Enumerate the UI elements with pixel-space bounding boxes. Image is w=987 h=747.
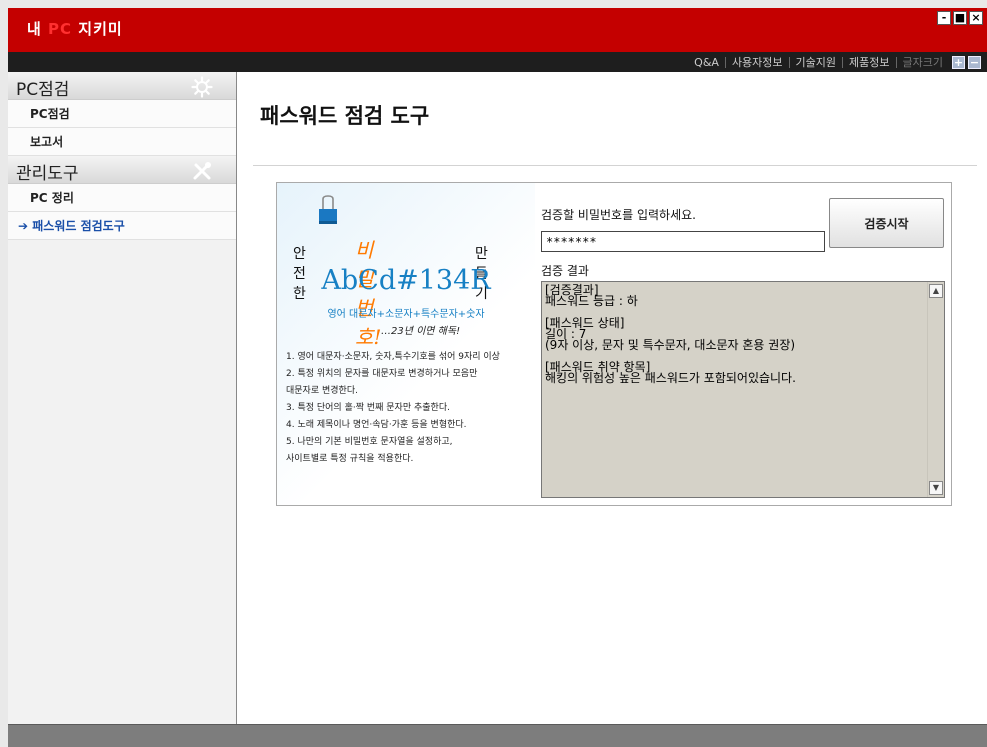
gear-icon [191, 76, 213, 98]
menu-item-tech-support[interactable]: 기술지원 [790, 54, 842, 70]
font-increase-button[interactable]: + [952, 55, 965, 69]
maximize-button[interactable]: ■ [953, 11, 967, 25]
sidebar-section-title: PC점검 [16, 80, 70, 100]
font-size-label: 글자크기 [902, 56, 943, 69]
minimize-button[interactable]: - [937, 11, 951, 25]
top-menu: Q&A 사용자정보 기술지원 제품정보 글자크기 + − [688, 54, 981, 70]
sidebar-item-pc-check[interactable]: PC점검 [8, 100, 236, 128]
password-input[interactable] [541, 231, 825, 252]
verify-start-button[interactable]: 검증시작 [829, 198, 944, 248]
menu-item-qna[interactable]: Q&A [688, 56, 725, 69]
font-decrease-button[interactable]: − [968, 55, 981, 69]
scroll-down-button[interactable]: ▼ [929, 481, 943, 495]
app-title-suffix: 지키미 [72, 20, 123, 38]
sidebar-item-pc-cleanup[interactable]: PC 정리 [8, 184, 236, 212]
sidebar-item-password-check[interactable]: ➔ 패스워드 점검도구 [8, 212, 236, 240]
window-controls: - ■ × [937, 11, 983, 25]
tip-item: 1. 영어 대문자·소문자, 숫자,특수기호를 섞어 9자리 이상 [286, 352, 500, 362]
tools-icon [193, 162, 211, 180]
password-tips-banner: 안전한 비밀번호! 만들기 AbCd#134R 영어 대문자+소문자+특수문자+… [277, 183, 535, 505]
sidebar-section-tools[interactable]: 관리도구 [8, 156, 236, 184]
tip-item: 대문자로 변경한다. [286, 386, 358, 396]
tip-item: 2. 특정 위치의 문자를 대문자로 변경하거나 모음만 [286, 369, 478, 379]
result-text: [검증결과] 패스워드 등급 : 하 [패스워드 상태] 길이 : 7 (9자 … [545, 283, 796, 385]
menu-item-user-info[interactable]: 사용자정보 [726, 54, 789, 70]
title-bar: 내 PC 지키미 - ■ × [8, 8, 987, 52]
app-title-accent: PC [48, 20, 73, 38]
password-formula: 영어 대문자+소문자+특수문자+숫자 [327, 309, 485, 320]
password-check-panel: 안전한 비밀번호! 만들기 AbCd#134R 영어 대문자+소문자+특수문자+… [276, 182, 952, 506]
title-divider [253, 165, 977, 166]
menu-bar: Q&A 사용자정보 기술지원 제품정보 글자크기 + − [8, 52, 987, 72]
sidebar-item-report[interactable]: 보고서 [8, 128, 236, 156]
crack-time-note: …23년 이면 해독! [381, 326, 461, 337]
tip-item: 4. 노래 제목이나 명언·속담·가훈 등을 변형한다. [286, 420, 467, 430]
tip-item: 5. 나만의 기본 비밀번호 문자열을 설정하고, [286, 437, 453, 447]
result-label: 검증 결과 [541, 264, 589, 278]
result-textarea[interactable]: [검증결과] 패스워드 등급 : 하 [패스워드 상태] 길이 : 7 (9자 … [541, 281, 945, 498]
result-scrollbar[interactable]: ▲ ▼ [927, 282, 944, 497]
menu-item-product-info[interactable]: 제품정보 [843, 54, 895, 70]
sidebar-section-pc-check[interactable]: PC점검 [8, 72, 236, 100]
sidebar: PC점검 PC점검 보고서 관리도구 PC 정리 ➔ 패스워드 점검도구 [8, 72, 237, 724]
password-prompt-label: 검증할 비밀번호를 입력하세요. [541, 208, 696, 222]
tip-item: 사이트별로 특정 규칙을 적용한다. [286, 454, 414, 464]
scroll-up-button[interactable]: ▲ [929, 284, 943, 298]
close-button[interactable]: × [969, 11, 983, 25]
sample-password: AbCd#134R [321, 265, 491, 296]
app-title: 내 PC 지키미 [27, 18, 123, 39]
binder-clip-icon [319, 195, 337, 224]
sidebar-section-title: 관리도구 [16, 164, 79, 184]
password-tips-list: 1. 영어 대문자·소문자, 숫자,특수기호를 섞어 9자리 이상 2. 특정 … [286, 349, 535, 468]
tip-item: 3. 특정 단어의 홀·짝 번째 문자만 추출한다. [286, 403, 450, 413]
app-window: 내 PC 지키미 - ■ × Q&A 사용자정보 기술지원 제품정보 글자크기 … [8, 8, 987, 747]
app-title-prefix: 내 [27, 20, 49, 38]
status-bar [8, 724, 987, 747]
page-title: 패스워드 점검 도구 [260, 103, 430, 128]
